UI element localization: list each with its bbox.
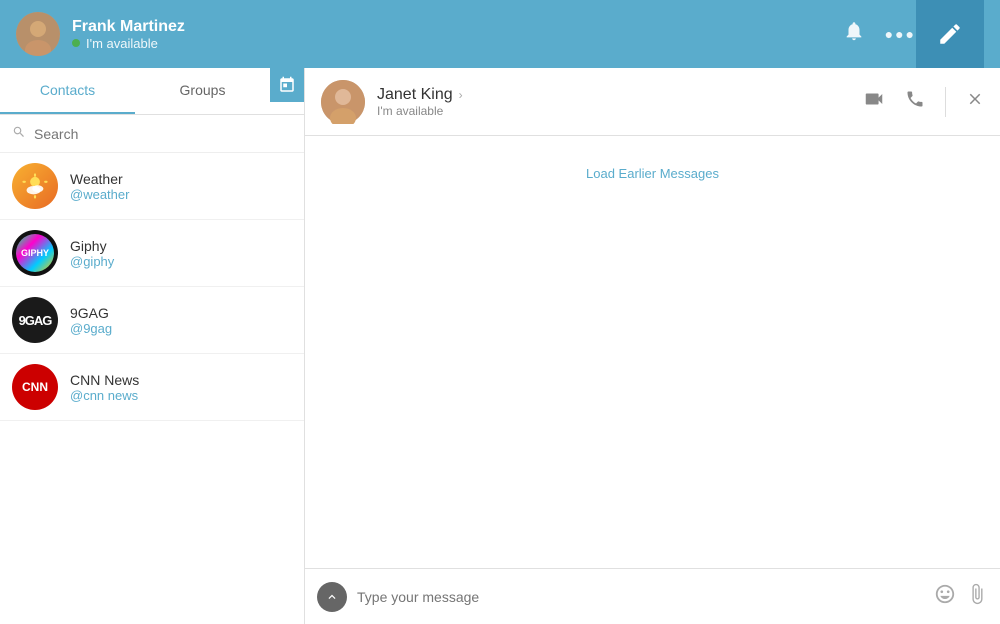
user-avatar: [16, 12, 60, 56]
chat-header: Janet King › I'm available: [305, 68, 1000, 136]
contact-info: 9GAG @9gag: [70, 305, 112, 336]
search-input[interactable]: [34, 126, 292, 142]
avatar: GIPHY: [12, 230, 58, 276]
tab-groups[interactable]: Groups: [135, 68, 270, 114]
load-earlier-button[interactable]: Load Earlier Messages: [586, 166, 719, 181]
more-icon[interactable]: ●●●: [885, 26, 916, 42]
chat-contact-avatar: [321, 80, 365, 124]
avatar: CNN: [12, 364, 58, 410]
chat-area: Janet King › I'm available: [305, 68, 1000, 624]
list-item[interactable]: CNN CNN News @cnn news: [0, 354, 304, 421]
contact-info: Weather @weather: [70, 171, 129, 202]
contact-name: Weather: [70, 171, 129, 187]
avatar: [12, 163, 58, 209]
compose-button[interactable]: [916, 0, 984, 68]
contact-name: CNN News: [70, 372, 139, 388]
contact-handle: @cnn news: [70, 388, 139, 403]
list-item[interactable]: GIPHY Giphy @giphy: [0, 220, 304, 287]
chat-contact-status: I'm available: [377, 104, 851, 118]
contact-handle: @giphy: [70, 254, 114, 269]
tab-contacts[interactable]: Contacts: [0, 68, 135, 114]
contact-info: Giphy @giphy: [70, 238, 114, 269]
phone-call-icon[interactable]: [905, 89, 925, 114]
video-call-icon[interactable]: [863, 88, 885, 115]
search-bar: [0, 115, 304, 153]
contact-handle: @9gag: [70, 321, 112, 336]
avatar: 9GAG: [12, 297, 58, 343]
message-input[interactable]: [357, 589, 924, 605]
chat-messages: Load Earlier Messages: [305, 136, 1000, 568]
chat-contact-name: Janet King ›: [377, 86, 851, 104]
chat-input-area: [305, 568, 1000, 624]
top-header: Frank Martinez I'm available ●●●: [0, 0, 1000, 68]
contact-name: 9GAG: [70, 305, 112, 321]
scroll-up-button[interactable]: [317, 582, 347, 612]
divider: [945, 87, 946, 117]
search-icon: [12, 125, 26, 142]
attach-button[interactable]: [966, 583, 988, 611]
chat-contact-info: Janet King › I'm available: [377, 86, 851, 118]
close-icon[interactable]: [966, 90, 984, 113]
list-item[interactable]: 9GAG 9GAG @9gag: [0, 287, 304, 354]
sidebar-tabs: Contacts Groups: [0, 68, 304, 115]
chat-header-actions: [863, 87, 984, 117]
contact-list: Weather @weather GIPHY Giphy @giphy: [0, 153, 304, 624]
header-actions: ●●●: [843, 20, 916, 48]
contact-info: CNN News @cnn news: [70, 372, 139, 403]
status-dot: [72, 39, 80, 47]
sidebar: Contacts Groups: [0, 68, 305, 624]
user-name: Frank Martinez: [72, 18, 843, 36]
chevron-icon: ›: [459, 88, 463, 102]
user-status: I'm available: [72, 36, 843, 51]
contact-name: Giphy: [70, 238, 114, 254]
user-info: Frank Martinez I'm available: [72, 18, 843, 51]
calendar-icon-tab[interactable]: [270, 68, 304, 102]
emoji-button[interactable]: [934, 583, 956, 611]
bell-icon[interactable]: [843, 20, 865, 48]
list-item[interactable]: Weather @weather: [0, 153, 304, 220]
main-layout: Contacts Groups: [0, 68, 1000, 624]
contact-handle: @weather: [70, 187, 129, 202]
